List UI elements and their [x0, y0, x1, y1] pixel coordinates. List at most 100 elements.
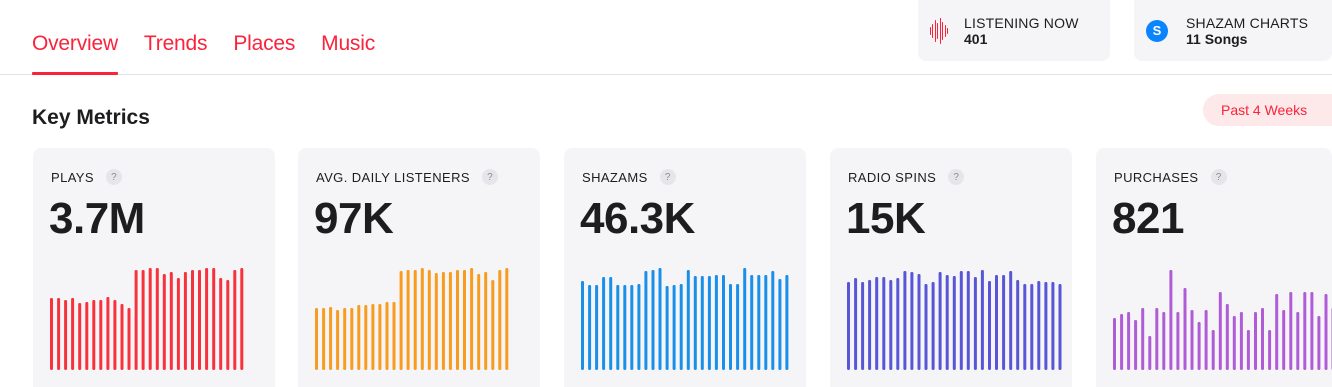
- bar: [743, 268, 747, 370]
- bar: [85, 302, 89, 370]
- bar: [630, 285, 634, 370]
- tab-trends[interactable]: Trends: [144, 32, 208, 74]
- bar: [1169, 270, 1173, 370]
- bar: [148, 268, 152, 370]
- bar: [1162, 312, 1166, 370]
- bar: [205, 268, 209, 370]
- metric-card-purchases[interactable]: PURCHASES ? 821: [1096, 148, 1332, 387]
- bar: [50, 298, 53, 370]
- metric-card-radio-spins[interactable]: RADIO SPINS ? 15K: [830, 148, 1072, 387]
- bar: [1030, 284, 1034, 370]
- tab-bar: Overview Trends Places Music: [32, 32, 375, 75]
- bar: [658, 268, 662, 370]
- bar: [1296, 312, 1300, 370]
- bar: [1113, 318, 1116, 370]
- bar: [413, 270, 417, 370]
- bar: [1303, 292, 1307, 370]
- bar: [1023, 284, 1027, 370]
- bar: [1127, 312, 1131, 370]
- bar: [672, 285, 676, 370]
- metric-card-avg-daily-listeners[interactable]: AVG. DAILY LISTENERS ? 97K: [298, 148, 540, 387]
- bar: [399, 271, 403, 370]
- shazam-charts-value: 11 Songs: [1186, 30, 1248, 47]
- bar: [995, 275, 998, 370]
- bar: [616, 285, 620, 370]
- bar: [882, 277, 886, 370]
- sparkline-chart: [315, 268, 509, 370]
- bar: [371, 304, 375, 370]
- bar: [714, 275, 718, 370]
- bar: [889, 280, 893, 370]
- bar: [924, 284, 928, 370]
- bar: [155, 268, 159, 370]
- sparkline-chart: [847, 270, 1062, 370]
- bar: [99, 300, 103, 370]
- bar: [771, 271, 775, 370]
- bar: [1289, 292, 1293, 370]
- bar: [134, 270, 138, 370]
- bar: [329, 307, 333, 370]
- sparkline-chart: [1113, 270, 1332, 370]
- bar: [973, 277, 977, 370]
- bar: [169, 272, 173, 370]
- bar: [729, 284, 732, 370]
- bar: [875, 277, 879, 370]
- bar: [861, 282, 865, 370]
- bar: [1120, 314, 1124, 370]
- sparkline-chart: [581, 268, 789, 370]
- section-title: Key Metrics: [32, 106, 150, 129]
- bar: [219, 278, 223, 370]
- metric-card-shazams[interactable]: SHAZAMS ? 46.3K: [564, 148, 806, 387]
- bar: [198, 270, 201, 370]
- period-selector-button[interactable]: Past 4 Weeks: [1203, 94, 1332, 126]
- bar: [491, 280, 495, 370]
- bar: [595, 285, 599, 370]
- bar: [966, 271, 970, 370]
- bar: [1197, 322, 1201, 370]
- listening-now-card[interactable]: LISTENING NOW 401: [918, 0, 1110, 61]
- bar: [1141, 308, 1145, 370]
- bar: [1317, 316, 1321, 370]
- bar: [1051, 282, 1055, 370]
- shazam-charts-card[interactable]: S SHAZAM CHARTS 11 Songs: [1134, 0, 1332, 61]
- bar: [637, 284, 641, 370]
- bar: [420, 268, 424, 370]
- tab-music[interactable]: Music: [321, 32, 375, 74]
- bar: [176, 278, 180, 370]
- bar: [336, 310, 340, 370]
- bar: [764, 275, 768, 370]
- bar: [448, 272, 452, 370]
- bar: [1324, 294, 1328, 370]
- bar: [212, 268, 216, 370]
- bar: [71, 298, 75, 370]
- bar: [896, 278, 900, 370]
- bar: [120, 304, 124, 370]
- bar: [456, 270, 459, 370]
- bar: [945, 275, 949, 370]
- tab-overview[interactable]: Overview: [32, 32, 118, 75]
- bar: [1310, 292, 1314, 370]
- bar: [700, 276, 704, 370]
- bar: [1009, 271, 1013, 370]
- sparkline-chart: [50, 268, 244, 370]
- bar: [470, 268, 474, 370]
- bar: [609, 277, 613, 370]
- shazam-charts-label: SHAZAM CHARTS: [1186, 14, 1309, 31]
- bar: [581, 281, 584, 370]
- bar: [1254, 312, 1257, 370]
- bar: [917, 274, 921, 370]
- bar: [959, 271, 963, 370]
- bar: [1037, 281, 1041, 370]
- bar: [1275, 294, 1279, 370]
- bar: [651, 270, 655, 370]
- bar: [434, 273, 438, 370]
- bar: [931, 282, 935, 370]
- bar: [1239, 312, 1243, 370]
- bar: [141, 270, 145, 370]
- bar: [707, 276, 711, 370]
- bar: [665, 286, 669, 370]
- metric-card-plays[interactable]: PLAYS ? 3.7M: [33, 148, 275, 387]
- tab-places[interactable]: Places: [233, 32, 295, 74]
- bar: [357, 305, 361, 370]
- bar: [757, 275, 761, 370]
